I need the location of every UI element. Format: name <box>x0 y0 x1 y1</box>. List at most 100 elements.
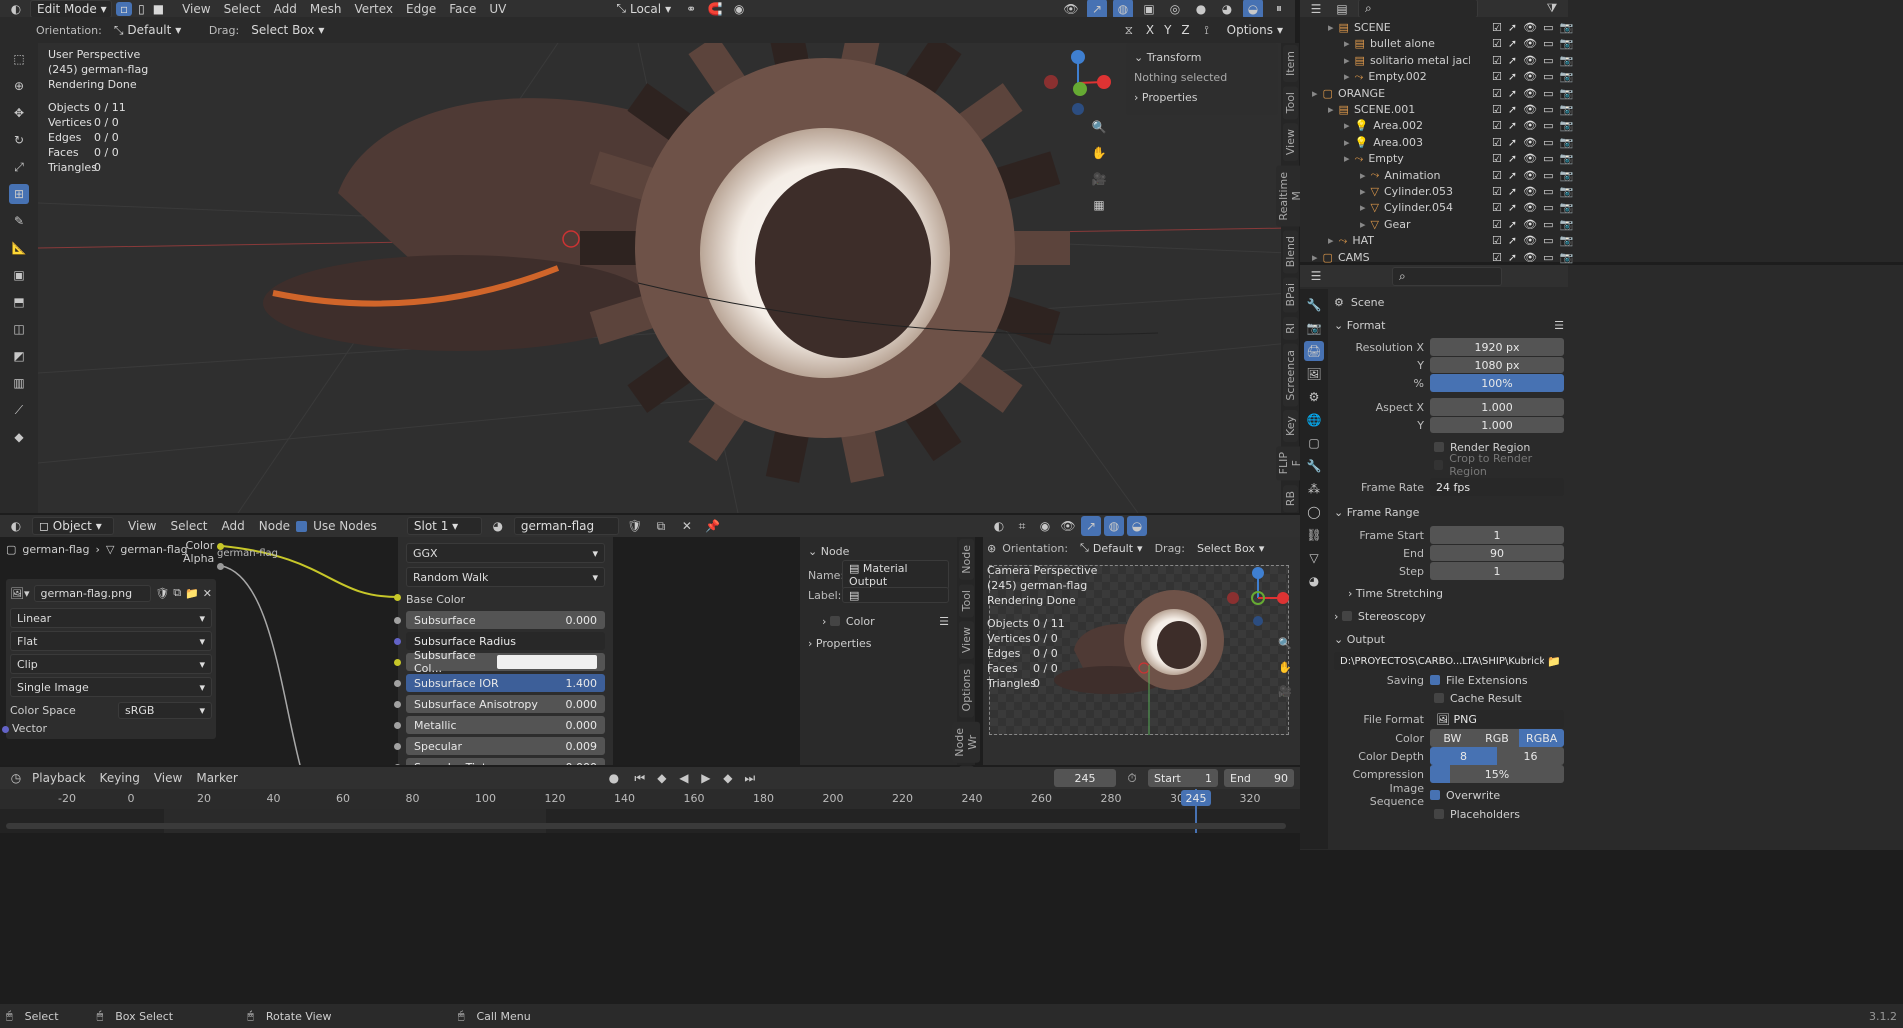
frame-start-field[interactable]: 1 <box>1430 526 1564 544</box>
depth-8-button[interactable]: 8 <box>1430 747 1497 765</box>
image-browse-icon[interactable]: 🖼▾ <box>10 587 30 600</box>
expand-arrow-icon[interactable]: ▸ <box>1360 169 1366 182</box>
toggle-icon[interactable]: ➚ <box>1508 234 1517 247</box>
expand-arrow-icon[interactable]: ▸ <box>1312 87 1318 100</box>
view-layer-tab-icon[interactable]: 🖼 <box>1304 364 1324 384</box>
bsdf-input-row[interactable]: Subsurface Anisotropy 0.000 <box>394 694 605 714</box>
toggle-icon[interactable]: 👁 <box>1523 152 1537 165</box>
expand-arrow-icon[interactable]: ▸ <box>1344 136 1350 149</box>
expand-arrow-icon[interactable]: ▸ <box>1360 201 1366 214</box>
node-name-field[interactable]: ▤ Material Output <box>842 560 949 590</box>
input-socket[interactable] <box>394 616 401 624</box>
pause-icon[interactable]: ⏸ <box>1269 0 1289 17</box>
xray-icon[interactable]: ▣ <box>1139 0 1159 17</box>
transform-tool-icon[interactable]: ⊞ <box>9 184 29 204</box>
toggle-icon[interactable]: ➚ <box>1508 201 1517 214</box>
input-socket[interactable] <box>394 721 401 729</box>
alpha-output-socket[interactable] <box>217 563 224 570</box>
frame-range-panel-header[interactable]: ⌄ Frame Range <box>1334 499 1564 525</box>
cursor-tool-icon[interactable]: ⊕ <box>9 76 29 96</box>
select-box-tool-icon[interactable]: ⬚ <box>9 49 29 69</box>
input-socket[interactable] <box>394 742 401 750</box>
toggle-icon[interactable]: ▭ <box>1543 152 1553 165</box>
frame-end-field[interactable]: 90 <box>1430 545 1564 561</box>
modifier-tab-icon[interactable]: 🔧 <box>1304 456 1324 476</box>
move-tool-icon[interactable]: ✥ <box>9 103 29 123</box>
n-tab-tool[interactable]: Tool <box>1282 86 1298 120</box>
toggle-icon[interactable]: 📷 <box>1559 21 1573 34</box>
toggle-icon[interactable]: 📷 <box>1559 54 1573 67</box>
ortho-grid-icon[interactable]: ▦ <box>1089 195 1109 215</box>
color-rgb-button[interactable]: RGB <box>1474 729 1520 747</box>
transform-space-dropdown[interactable]: ⤡ Local ▾ <box>610 0 677 17</box>
overwrite-checkbox[interactable] <box>1430 790 1440 800</box>
toggle-icon[interactable]: ▭ <box>1543 54 1553 67</box>
record-icon[interactable]: ● <box>604 768 624 788</box>
shading-solid-icon[interactable]: ● <box>1191 0 1211 17</box>
toggle-icon[interactable]: ☑ <box>1492 87 1502 100</box>
node-panel-header[interactable]: ⌄ Node <box>808 541 949 561</box>
image-dup-icon[interactable]: ⧉ <box>173 586 181 600</box>
file-format-dropdown[interactable]: 🖼 PNG <box>1430 710 1564 728</box>
play-reverse-icon[interactable]: ◀ <box>674 768 694 788</box>
play-icon[interactable]: ▶ <box>696 768 716 788</box>
toggle-icon[interactable]: 📷 <box>1559 201 1573 214</box>
use-nodes-checkbox[interactable] <box>296 520 308 532</box>
toggle-icon[interactable]: ☑ <box>1492 218 1502 231</box>
toggle-icon[interactable]: ☑ <box>1492 185 1502 198</box>
gizmo-icon[interactable]: ↗ <box>1087 0 1107 17</box>
timeline-scrollbar[interactable] <box>6 823 1286 829</box>
file-extensions-checkbox[interactable] <box>1430 675 1440 685</box>
drag-dropdown[interactable]: Select Box ▾ <box>245 21 330 39</box>
menu-edge[interactable]: Edge <box>406 2 436 16</box>
node-object-dropdown[interactable]: ◻ Object ▾ <box>32 517 114 535</box>
extrude-tool-icon[interactable]: ⬒ <box>9 292 29 312</box>
duplicate-icon[interactable]: ⧉ <box>651 516 671 536</box>
expand-arrow-icon[interactable]: ▸ <box>1360 185 1366 198</box>
placeholders-checkbox[interactable] <box>1434 809 1444 819</box>
viewport-tab[interactable]: Blend <box>1282 230 1298 274</box>
expand-arrow-icon[interactable]: ▸ <box>1344 37 1350 50</box>
jump-end-icon[interactable]: ⏭ <box>740 768 760 788</box>
expand-arrow-icon[interactable]: ▸ <box>1344 70 1350 83</box>
bsdf-input-row[interactable]: Specular Tint0.000 <box>394 757 605 765</box>
folder-icon[interactable]: 📁 <box>1544 651 1564 671</box>
toggle-icon[interactable]: ☑ <box>1492 21 1502 34</box>
navigation-gizmo[interactable] <box>1038 45 1118 125</box>
frame-step-field[interactable]: 1 <box>1430 562 1564 580</box>
shading-rendered-icon[interactable]: ◒ <box>1243 0 1263 17</box>
toggle-icon[interactable]: 👁 <box>1523 136 1537 149</box>
toggle-icon[interactable]: ☑ <box>1492 136 1502 149</box>
input-socket[interactable] <box>394 763 401 765</box>
camera-view-icon[interactable]: 🎥 <box>1089 169 1109 189</box>
node-menu-view[interactable]: View <box>128 519 156 533</box>
toggle-icon[interactable]: 👁 <box>1523 251 1537 264</box>
axis-x[interactable]: X <box>1143 23 1157 37</box>
transform-panel-header[interactable]: ⌄ Transform <box>1134 47 1270 67</box>
physics-tab-icon[interactable]: ◯ <box>1304 502 1324 522</box>
loopcut-tool-icon[interactable]: ▥ <box>9 373 29 393</box>
annotate-tool-icon[interactable]: ✎ <box>9 211 29 231</box>
toggle-icon[interactable]: ☑ <box>1492 234 1502 247</box>
toggle-icon[interactable]: ➚ <box>1508 119 1517 132</box>
pan-hand-icon[interactable]: ✋ <box>1089 143 1109 163</box>
cam-pan-icon[interactable]: ✋ <box>1275 657 1295 677</box>
snap-icon[interactable]: 🧲 <box>705 0 725 17</box>
display-mode-icon[interactable]: ▤ <box>1332 0 1352 17</box>
output-path-field[interactable]: D:\PROYECTOS\CARBO...LTA\SHIP\Kubrick_SH… <box>1334 652 1544 670</box>
menu-face[interactable]: Face <box>449 2 476 16</box>
zoom-icon[interactable]: 🔍 <box>1089 117 1109 137</box>
n-tab-view[interactable]: View <box>1282 123 1298 162</box>
toggle-icon[interactable]: ▭ <box>1543 103 1553 116</box>
bsdf-input-row[interactable]: Subsurface Col... <box>394 649 605 675</box>
toggle-icon[interactable]: 👁 <box>1523 201 1537 214</box>
playhead-label[interactable]: 245 <box>1181 790 1211 806</box>
cam-overlay-icon[interactable]: ◍ <box>1104 516 1124 536</box>
node-color-panel[interactable]: › Color ☰ <box>808 611 949 631</box>
toggle-icon[interactable]: ☑ <box>1492 251 1502 264</box>
expand-arrow-icon[interactable]: ▸ <box>1344 54 1350 67</box>
toggle-icon[interactable]: ➚ <box>1508 185 1517 198</box>
node-properties-panel[interactable]: › Properties <box>808 633 949 653</box>
expand-arrow-icon[interactable]: ▸ <box>1344 119 1350 132</box>
toggle-icon[interactable]: 📷 <box>1559 218 1573 231</box>
